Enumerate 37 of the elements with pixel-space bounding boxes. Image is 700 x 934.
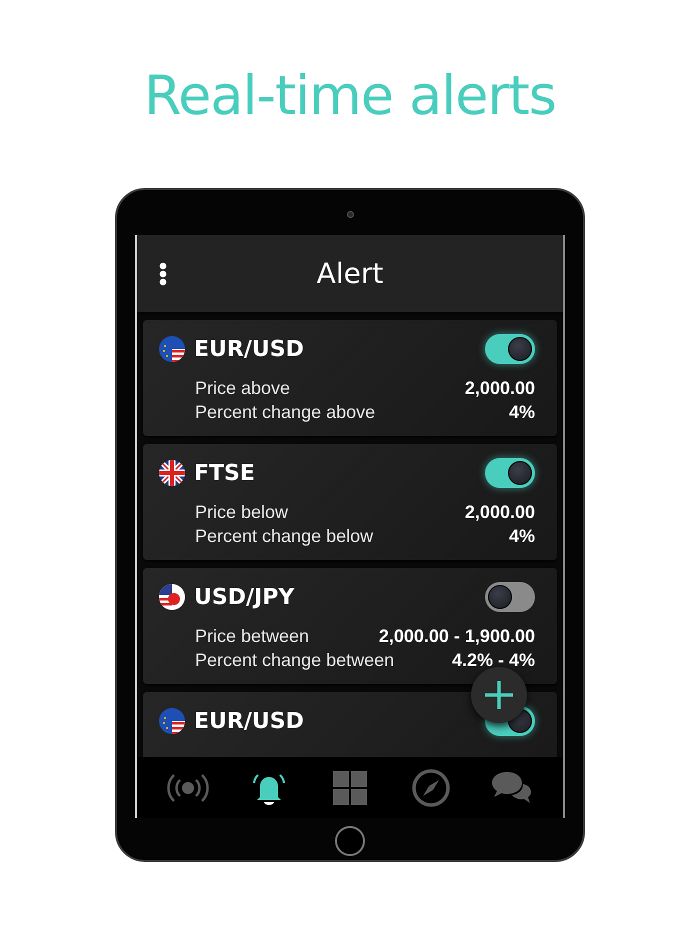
condition-value: 2,000.00 [464, 502, 535, 522]
camera-dot [346, 211, 354, 218]
condition-label: Percent change below [195, 526, 374, 546]
flag-icon [159, 460, 185, 486]
condition-label: Price between [195, 626, 310, 646]
condition-label: Percent change above [195, 402, 376, 422]
flag-icon [159, 708, 185, 734]
pair-name: FTSE [194, 460, 256, 486]
condition-value: 4% [508, 402, 535, 422]
pair-name: EUR/USD [194, 336, 305, 362]
alert-card[interactable]: USD/JPY Price between 2,000.00 - 1,900.00 Percent change between 4.2% - 4% [143, 568, 557, 684]
condition-label: Price above [195, 378, 290, 398]
headline: Real-time alerts [144, 63, 556, 129]
grid-icon [332, 770, 367, 804]
condition-value: 4% [508, 526, 535, 546]
condition-value: 2,000.00 - 1,900.00 [378, 626, 535, 646]
flag-icon [159, 584, 185, 610]
compass-icon [412, 768, 450, 806]
condition-label: Price below [195, 502, 288, 522]
condition-value: 4.2% - 4% [452, 650, 535, 670]
alert-card[interactable]: EUR/USD [143, 692, 557, 757]
flag-icon [159, 336, 185, 362]
toggle-switch[interactable] [485, 334, 535, 364]
toggle-switch[interactable] [485, 458, 535, 488]
alert-card[interactable]: FTSE Price below 2,000.00 Percent change below 4% [143, 444, 557, 560]
broadcast-icon [166, 772, 209, 804]
screen-title: Alert [316, 257, 384, 290]
toggle-switch[interactable] [485, 582, 535, 612]
alert-card[interactable]: EUR/USD Price above 2,000.00 Percent change above 4% [143, 320, 557, 436]
pair-name: EUR/USD [194, 708, 305, 734]
condition-label: Percent change between [195, 650, 394, 670]
pair-name: USD/JPY [194, 584, 296, 610]
plus-icon [484, 680, 514, 710]
menu-icon [159, 262, 167, 286]
chat-icon [491, 770, 534, 806]
home-button[interactable] [335, 826, 365, 856]
condition-value: 2,000.00 [464, 378, 535, 398]
